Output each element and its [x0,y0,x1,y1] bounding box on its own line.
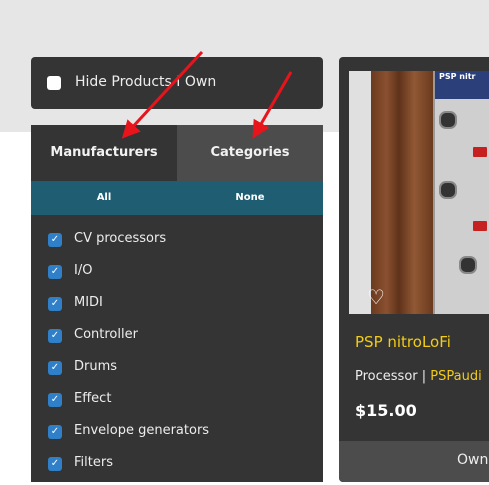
knob-icon [439,181,457,199]
select-bar: All None [31,181,323,215]
category-item[interactable]: ✓ Effect [31,389,323,421]
led-display [473,221,487,231]
hide-products-toggle[interactable]: Hide Products I Own [31,57,323,109]
product-price: $15.00 [355,401,417,420]
product-meta: Processor | PSPaudi [355,369,482,384]
category-label: Filters [74,455,113,470]
meta-separator: | [417,369,431,384]
tab-categories[interactable]: Categories [177,125,323,181]
product-type: Processor [355,369,418,384]
category-item[interactable]: ✓ Filters [31,453,323,485]
product-manufacturer-link[interactable]: PSPaudi [430,369,481,384]
check-icon[interactable]: ✓ [48,297,62,311]
check-icon[interactable]: ✓ [48,425,62,439]
check-icon[interactable]: ✓ [48,393,62,407]
heart-icon[interactable]: ♡ [367,285,385,309]
category-label: Drums [74,359,118,374]
category-label: Envelope generators [74,423,210,438]
check-icon[interactable]: ✓ [48,233,62,247]
category-label: I/O [74,263,93,278]
category-item[interactable]: ✓ Controller [31,325,323,357]
own-button-label: Own [457,452,489,468]
wood-panel [371,71,433,314]
led-display [473,147,487,157]
category-item[interactable]: ✓ Envelope generators [31,421,323,453]
product-card[interactable]: PSP nitr ♡ PSP nitroLoFi Processor | PSP… [339,57,489,482]
category-item[interactable]: ✓ Drums [31,357,323,389]
check-icon[interactable]: ✓ [48,329,62,343]
select-all-button[interactable]: All [31,181,177,215]
category-item[interactable]: ✓ CV processors [31,229,323,261]
own-button[interactable]: Own [339,441,489,482]
category-label: Effect [74,391,112,406]
tab-manufacturers[interactable]: Manufacturers [31,125,177,181]
category-label: CV processors [74,231,167,246]
category-item[interactable]: ✓ MIDI [31,293,323,325]
hide-products-checkbox[interactable] [47,76,61,90]
check-icon[interactable]: ✓ [48,457,62,471]
category-item[interactable]: ✓ I/O [31,261,323,293]
product-title[interactable]: PSP nitroLoFi [355,333,451,351]
select-none-button[interactable]: None [177,181,323,215]
category-label: MIDI [74,295,103,310]
category-label: Controller [74,327,138,342]
knob-icon [439,111,457,129]
check-icon[interactable]: ✓ [48,361,62,375]
category-list: ✓ CV processors ✓ I/O ✓ MIDI ✓ Controller ✓ D… [31,229,323,485]
product-image[interactable]: PSP nitr ♡ [349,71,489,314]
filter-panel: Manufacturers Categories All None ✓ CV pr… [31,125,323,482]
rack-header: PSP nitr [435,71,489,99]
check-icon[interactable]: ✓ [48,265,62,279]
rack-module: PSP nitr [433,71,489,314]
hide-products-label: Hide Products I Own [75,74,217,90]
knob-icon [459,256,477,274]
